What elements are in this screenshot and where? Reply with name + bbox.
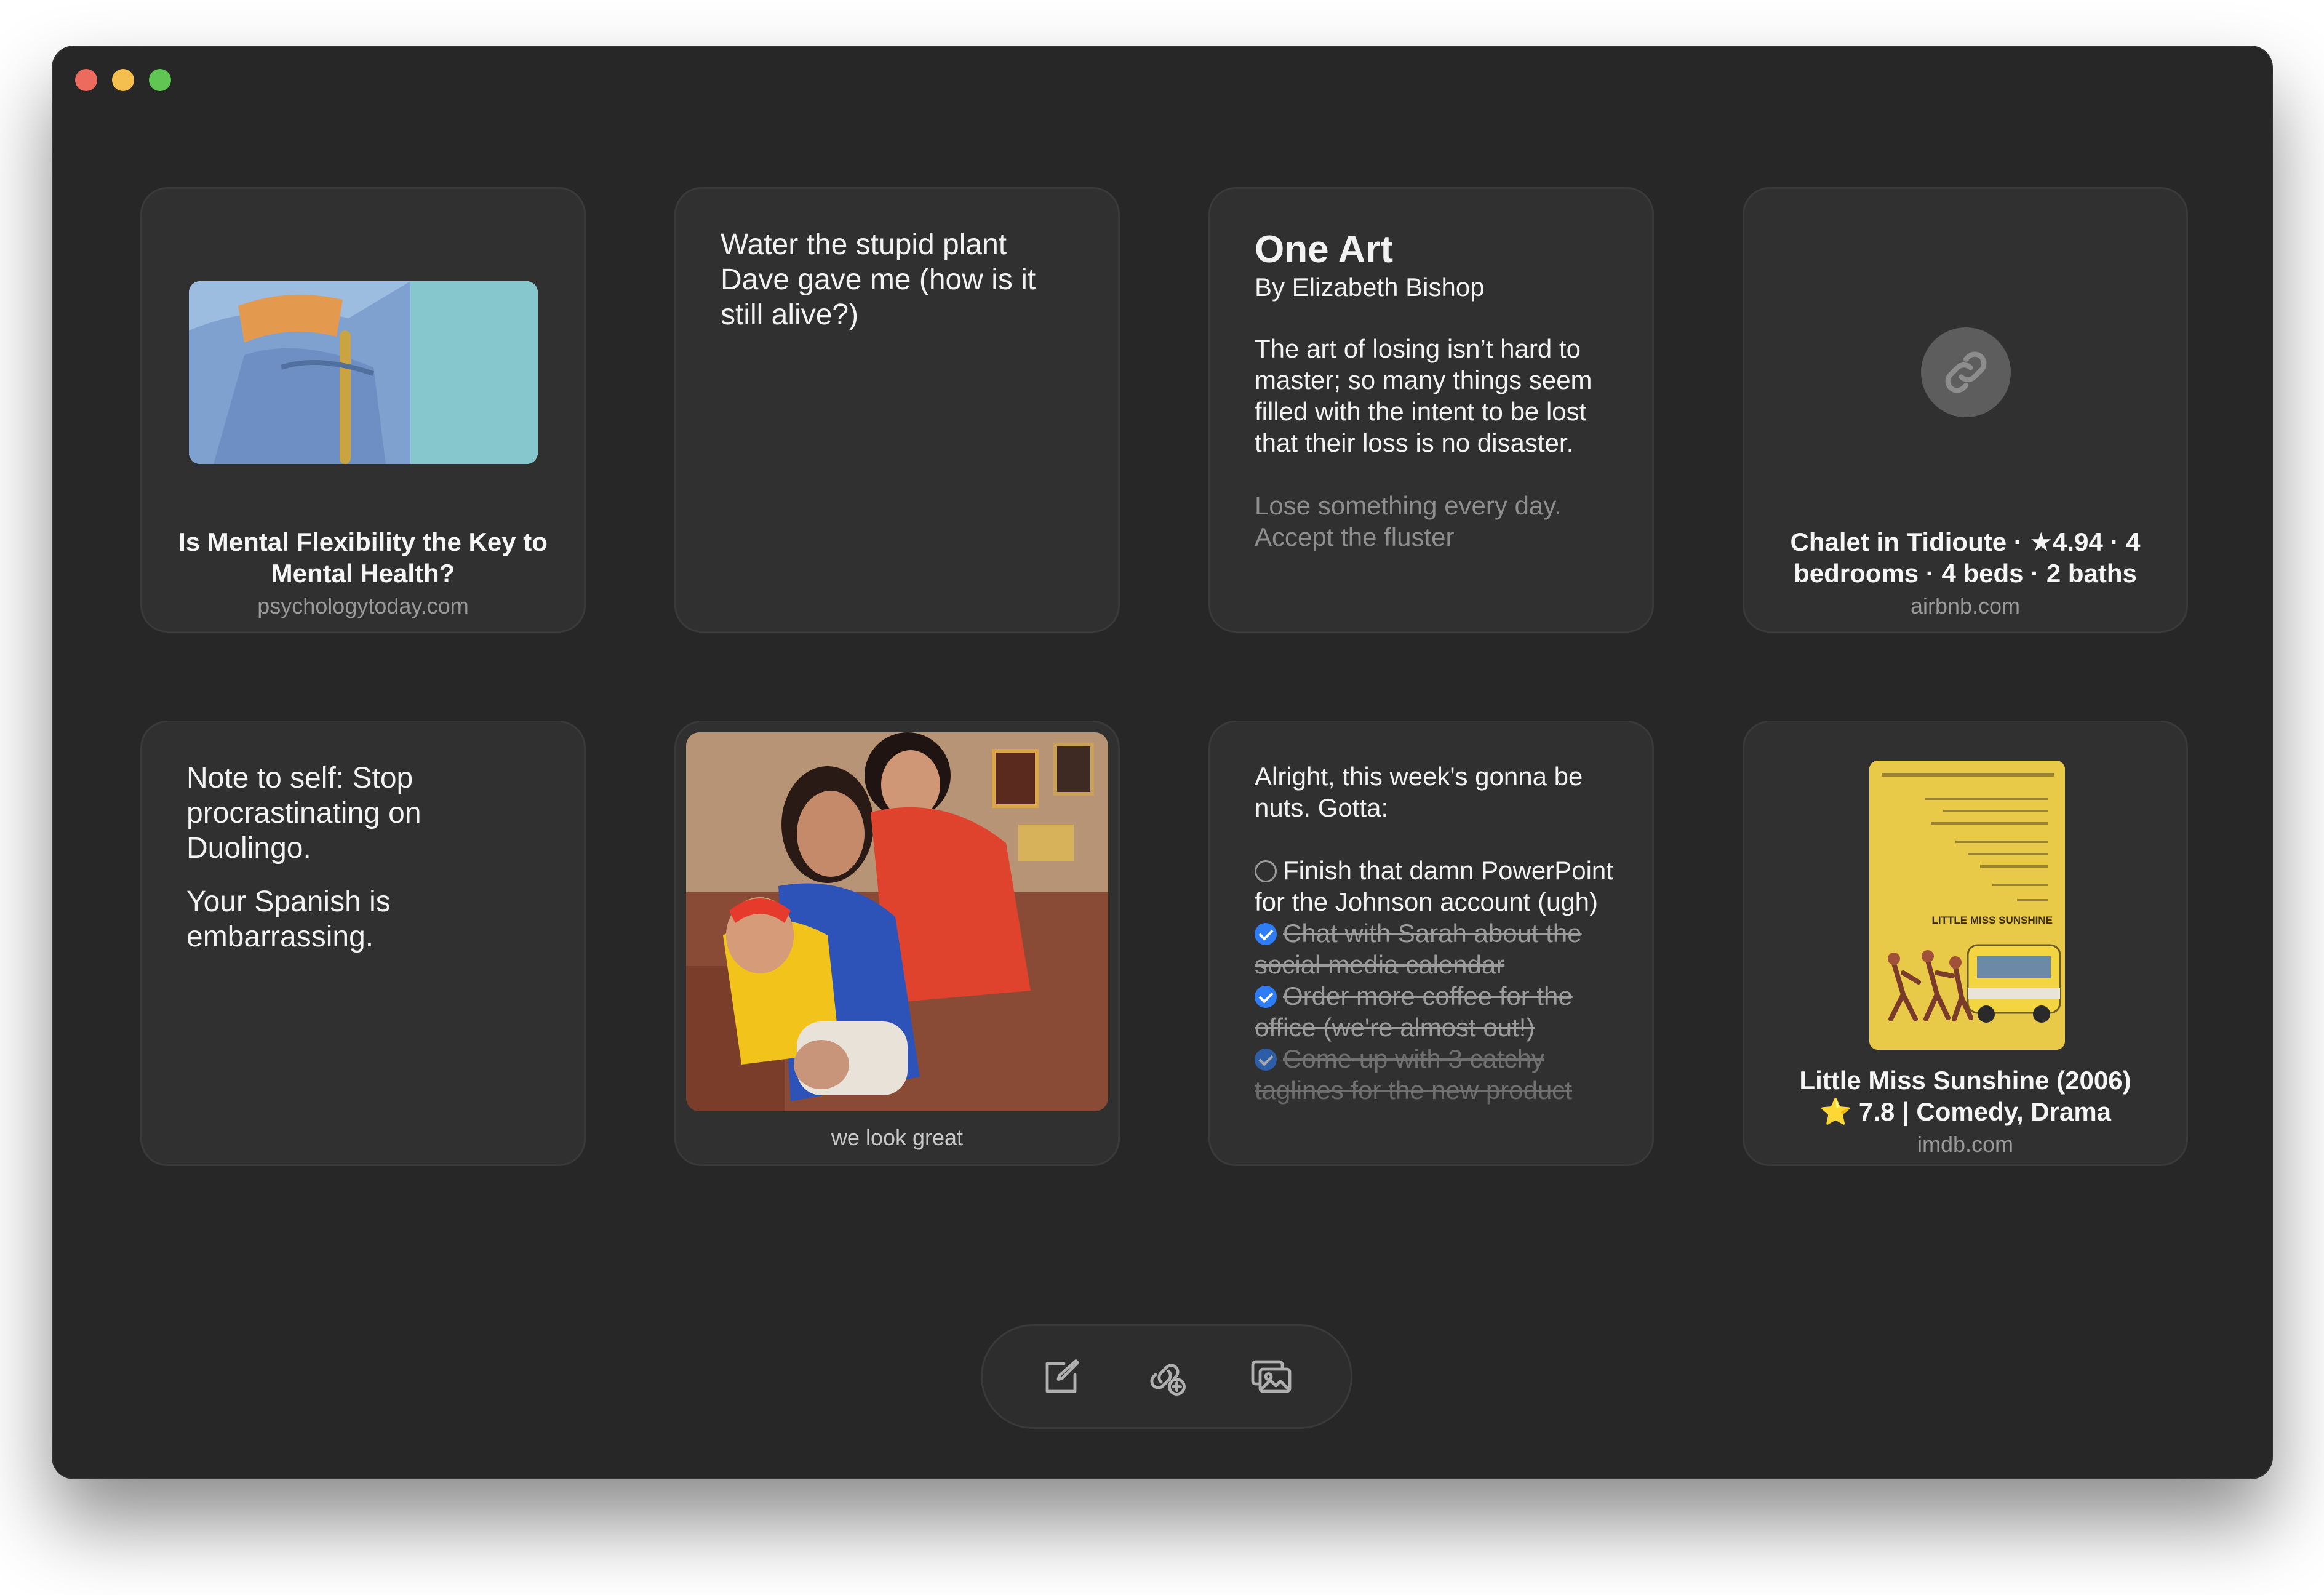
close-window-button[interactable] bbox=[75, 69, 97, 91]
card-todo-list[interactable]: Alright, this week's gonna be nuts. Gott… bbox=[1208, 721, 1654, 1166]
poster-graphic: LITTLE MISS SUNSHINE bbox=[1869, 761, 2065, 1050]
photo-caption: we look great bbox=[831, 1125, 964, 1150]
note-paragraph-1: Note to self: Stop procrastinating on Du… bbox=[186, 762, 421, 865]
window-controls bbox=[75, 69, 171, 91]
add-link-icon bbox=[1150, 1364, 1186, 1396]
movie-title: Little Miss Sunshine (2006) bbox=[1799, 1066, 2131, 1095]
todo-intro: Alright, this week's gonna be nuts. Gott… bbox=[1255, 762, 1583, 822]
article-image-graphic bbox=[189, 281, 538, 464]
card-note-duolingo[interactable]: Note to self: Stop procrastinating on Du… bbox=[140, 721, 586, 1166]
article-thumbnail bbox=[189, 281, 538, 464]
card-article-link[interactable]: Is Mental Flexibility the Key to Mental … bbox=[140, 187, 586, 633]
app-window: Is Mental Flexibility the Key to Mental … bbox=[52, 46, 2273, 1479]
todo-item-text: Chat with Sarah about the social media c… bbox=[1255, 919, 1582, 979]
card-airbnb-link[interactable]: Chalet in Tidioute · ★4.94 · 4 bedrooms … bbox=[1743, 187, 2188, 633]
bottom-toolbar bbox=[981, 1324, 1352, 1429]
maximize-window-button[interactable] bbox=[149, 69, 171, 91]
airbnb-domain: airbnb.com bbox=[1910, 593, 2021, 618]
unchecked-circle-icon[interactable] bbox=[1255, 860, 1277, 882]
poem-stanza-2: Lose something every day. Accept the flu… bbox=[1255, 491, 1562, 551]
todo-item-text: Finish that damn PowerPoint for the John… bbox=[1255, 856, 1613, 916]
article-domain: psychologytoday.com bbox=[257, 593, 469, 618]
note-text: Water the stupid plant Dave gave me (how… bbox=[721, 228, 1036, 331]
poem-author: By Elizabeth Bishop bbox=[1255, 273, 1485, 302]
family-photo bbox=[686, 732, 1108, 1111]
movie-domain: imdb.com bbox=[1917, 1132, 2014, 1157]
card-poem[interactable]: One Art By Elizabeth Bishop The art of l… bbox=[1208, 187, 1654, 633]
add-image-icon bbox=[1251, 1360, 1292, 1393]
poster-title-text: LITTLE MISS SUNSHINE bbox=[1932, 914, 2053, 926]
todo-item-text: Come up with 3 catchy taglines for the n… bbox=[1255, 1044, 1572, 1105]
card-note-plant[interactable]: Water the stupid plant Dave gave me (how… bbox=[674, 187, 1120, 633]
compose-button[interactable] bbox=[1038, 1353, 1086, 1401]
todo-item: Chat with Sarah about the social media c… bbox=[1255, 917, 1615, 980]
link-icon bbox=[1921, 327, 2011, 417]
movie-poster: LITTLE MISS SUNSHINE bbox=[1869, 761, 2065, 1050]
add-image-button[interactable] bbox=[1247, 1353, 1295, 1401]
checkmark-circle-icon[interactable] bbox=[1255, 1049, 1277, 1071]
checkmark-circle-icon[interactable] bbox=[1255, 986, 1277, 1008]
todo-item-text: Order more coffee for the office (we're … bbox=[1255, 981, 1573, 1042]
poem-stanza-1: The art of losing isn’t hard to master; … bbox=[1255, 334, 1592, 457]
poem-title: One Art bbox=[1255, 228, 1394, 271]
note-paragraph-2: Your Spanish is embarrassing. bbox=[186, 885, 391, 953]
todo-item: Finish that damn PowerPoint for the John… bbox=[1255, 855, 1615, 917]
card-photo[interactable]: we look great bbox=[674, 721, 1120, 1166]
todo-item: Order more coffee for the office (we're … bbox=[1255, 980, 1615, 1043]
airbnb-title: Chalet in Tidioute · ★4.94 · 4 bedrooms … bbox=[1790, 527, 2141, 588]
minimize-window-button[interactable] bbox=[112, 69, 134, 91]
movie-rating: ⭐ 7.8 | Comedy, Drama bbox=[1819, 1097, 2112, 1126]
checkmark-circle-icon[interactable] bbox=[1255, 923, 1277, 945]
compose-icon bbox=[1045, 1359, 1079, 1393]
add-link-button[interactable] bbox=[1143, 1353, 1191, 1401]
todo-item: Come up with 3 catchy taglines for the n… bbox=[1255, 1043, 1615, 1106]
card-movie-link[interactable]: LITTLE MISS SUNSHINE Little Miss Sunshin… bbox=[1743, 721, 2188, 1166]
photo-graphic bbox=[686, 732, 1108, 1111]
article-title: Is Mental Flexibility the Key to Mental … bbox=[178, 527, 548, 588]
